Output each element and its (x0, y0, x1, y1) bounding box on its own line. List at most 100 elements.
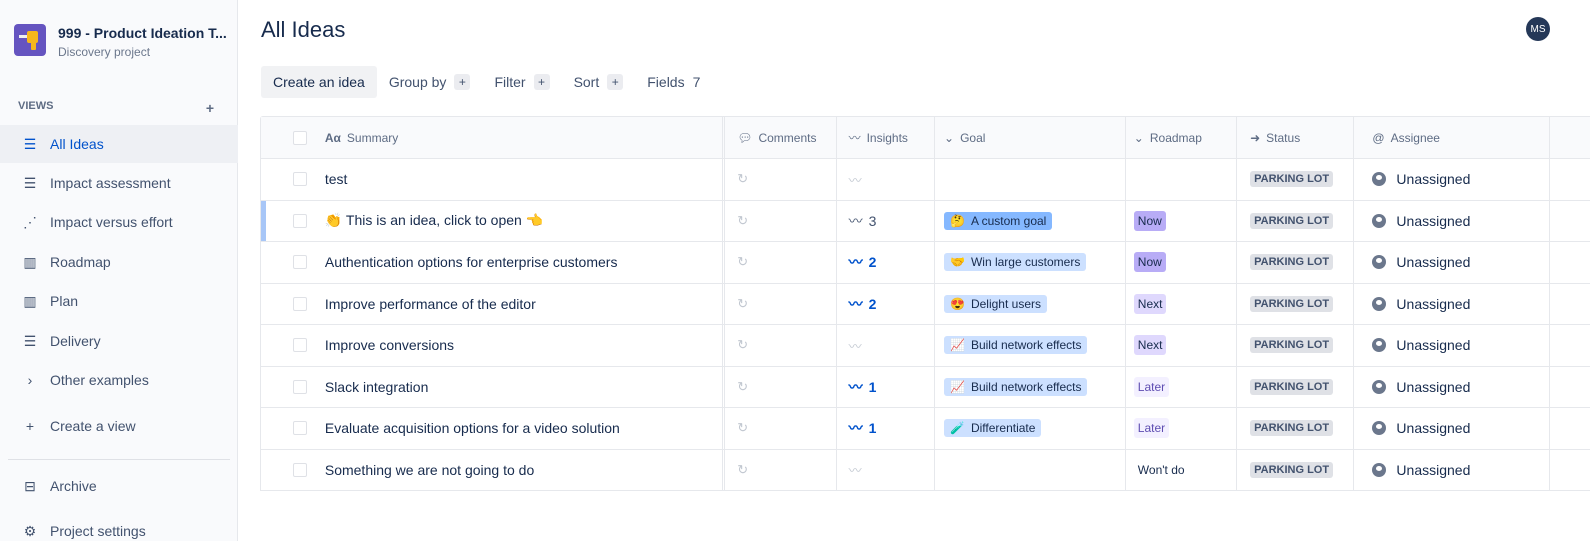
status-cell[interactable]: PARKING LOT (1237, 408, 1355, 449)
status-cell[interactable]: PARKING LOT (1237, 242, 1355, 283)
sidebar-item-delivery[interactable]: ☰ Delivery (0, 322, 238, 360)
summary-cell[interactable]: Improve conversions (315, 325, 726, 366)
idea-summary[interactable]: Improve conversions (325, 337, 454, 353)
goal-cell[interactable]: 😍 Delight users (935, 283, 1126, 324)
add-insight-icon[interactable]: 〰 (849, 336, 862, 355)
goal-tag[interactable]: 🧪 Differentiate (944, 419, 1042, 438)
sidebar-item-plan[interactable]: ▥ Plan (0, 282, 238, 320)
goal-tag[interactable]: 🤔 A custom goal (944, 211, 1053, 230)
row-checkbox[interactable] (293, 421, 307, 436)
status-cell[interactable]: PARKING LOT (1237, 449, 1355, 490)
sidebar-item-all-ideas[interactable]: ☰ All Ideas (0, 125, 238, 163)
filter-button[interactable]: Filter + (482, 66, 561, 98)
status-badge[interactable]: PARKING LOT (1250, 171, 1334, 188)
insights-cell[interactable]: 〰 1 (837, 366, 935, 407)
insights-cell[interactable]: 〰 3 (837, 200, 935, 241)
roadmap-tag[interactable]: Next (1133, 335, 1167, 356)
idea-summary[interactable]: Improve performance of the editor (325, 296, 536, 312)
summary-cell[interactable]: test (315, 159, 726, 200)
row-checkbox[interactable] (293, 296, 307, 311)
status-cell[interactable]: PARKING LOT (1237, 200, 1355, 241)
goal-cell[interactable]: 🤝 Win large customers (935, 242, 1126, 283)
summary-cell[interactable]: Evaluate acquisition options for a video… (315, 408, 726, 449)
assignee-cell[interactable]: Unassigned (1354, 366, 1551, 407)
status-badge[interactable]: PARKING LOT (1250, 254, 1334, 271)
status-badge[interactable]: PARKING LOT (1250, 337, 1334, 354)
add-insight-icon[interactable]: 〰 (849, 460, 862, 479)
user-avatar[interactable]: MS (1526, 17, 1550, 41)
sidebar-item-project-settings[interactable]: ⚙ Project settings (0, 512, 238, 550)
sidebar-item-impact-versus-effort[interactable]: ⋰ Impact versus effort (0, 203, 238, 241)
table-row[interactable]: Authentication options for enterprise cu… (261, 242, 1590, 284)
table-row[interactable]: Something we are not going to do ↻ 〰 Won… (261, 449, 1590, 491)
header-summary[interactable]: Aα Summary (315, 117, 726, 158)
goal-cell[interactable] (935, 449, 1126, 490)
status-badge[interactable]: PARKING LOT (1250, 212, 1334, 229)
header-insights[interactable]: 〰 Insights (837, 117, 935, 158)
sidebar-item-create-a-view[interactable]: + Create a view (0, 407, 238, 445)
add-comment-icon[interactable]: ↻ (737, 213, 748, 229)
table-row[interactable]: 👏 This is an idea, click to open 👈 ↻ 〰 3 … (261, 200, 1590, 242)
header-status[interactable]: ➜ Status (1237, 117, 1355, 158)
idea-summary[interactable]: Something we are not going to do (325, 462, 534, 478)
assignee-cell[interactable]: Unassigned (1354, 325, 1551, 366)
comments-cell[interactable]: ↻ (725, 159, 837, 200)
comments-cell[interactable]: ↻ (725, 366, 837, 407)
goal-tag[interactable]: 📈 Build network effects (944, 336, 1088, 355)
insights-cell[interactable]: 〰 (837, 325, 935, 366)
select-all-checkbox[interactable] (293, 130, 307, 145)
insights-cell[interactable]: 〰 2 (837, 283, 935, 324)
group-by-button[interactable]: Group by + (377, 66, 483, 98)
insights-cell[interactable]: 〰 2 (837, 242, 935, 283)
roadmap-cell[interactable]: Next (1126, 325, 1238, 366)
add-comment-icon[interactable]: ↻ (737, 171, 748, 187)
table-row[interactable]: Evaluate acquisition options for a video… (261, 408, 1590, 450)
idea-summary[interactable]: 👏 This is an idea, click to open 👈 (325, 212, 543, 229)
add-comment-icon[interactable]: ↻ (737, 337, 748, 353)
idea-summary[interactable]: Evaluate acquisition options for a video… (325, 420, 620, 436)
goal-cell[interactable]: 🤔 A custom goal (935, 200, 1126, 241)
add-view-button[interactable]: + (206, 100, 214, 116)
assignee-cell[interactable]: Unassigned (1354, 408, 1551, 449)
status-badge[interactable]: PARKING LOT (1250, 420, 1334, 437)
row-checkbox[interactable] (293, 379, 307, 394)
idea-summary[interactable]: Authentication options for enterprise cu… (325, 254, 618, 270)
roadmap-cell[interactable]: Later (1126, 366, 1238, 407)
insights-cell[interactable]: 〰 (837, 159, 935, 200)
insights-cell[interactable]: 〰 1 (837, 408, 935, 449)
header-goal[interactable]: ⌄ Goal (935, 117, 1126, 158)
roadmap-tag[interactable]: Next (1133, 293, 1167, 314)
summary-cell[interactable]: Authentication options for enterprise cu… (315, 242, 726, 283)
sidebar-item-impact-assessment[interactable]: ☰ Impact assessment (0, 164, 238, 202)
roadmap-cell[interactable]: Next (1126, 283, 1238, 324)
summary-cell[interactable]: Something we are not going to do (315, 449, 726, 490)
project-header[interactable]: 999 - Product Ideation T... Discovery pr… (14, 24, 227, 59)
roadmap-cell[interactable]: Now (1126, 200, 1238, 241)
assignee-cell[interactable]: Unassigned (1354, 200, 1551, 241)
status-cell[interactable]: PARKING LOT (1237, 325, 1355, 366)
roadmap-tag[interactable]: Later (1133, 418, 1170, 439)
comments-cell[interactable]: ↻ (725, 200, 837, 241)
assignee-cell[interactable]: Unassigned (1354, 449, 1551, 490)
add-comment-icon[interactable]: ↻ (737, 254, 748, 270)
roadmap-tag[interactable]: Now (1133, 210, 1166, 231)
goal-cell[interactable] (935, 159, 1126, 200)
status-cell[interactable]: PARKING LOT (1237, 283, 1355, 324)
row-checkbox[interactable] (293, 338, 307, 353)
idea-summary[interactable]: Slack integration (325, 379, 429, 395)
summary-cell[interactable]: 👏 This is an idea, click to open 👈 (315, 200, 726, 241)
row-checkbox[interactable] (293, 172, 307, 187)
roadmap-tag[interactable]: Won't do (1134, 460, 1189, 480)
comments-cell[interactable]: ↻ (725, 449, 837, 490)
header-assignee[interactable]: @ Assignee (1354, 117, 1551, 158)
row-checkbox[interactable] (293, 462, 307, 477)
sidebar-item-archive[interactable]: ⊟ Archive (0, 467, 238, 505)
create-idea-button[interactable]: Create an idea (261, 66, 377, 98)
roadmap-cell[interactable]: Now (1126, 242, 1238, 283)
add-comment-icon[interactable]: ↻ (737, 379, 748, 395)
header-comments[interactable]: 💬︎ Comments (725, 117, 837, 158)
fields-button[interactable]: Fields 7 (635, 66, 712, 98)
comments-cell[interactable]: ↻ (725, 325, 837, 366)
table-row[interactable]: Improve conversions ↻ 〰 📈 Build network e… (261, 325, 1590, 367)
status-badge[interactable]: PARKING LOT (1250, 461, 1334, 478)
